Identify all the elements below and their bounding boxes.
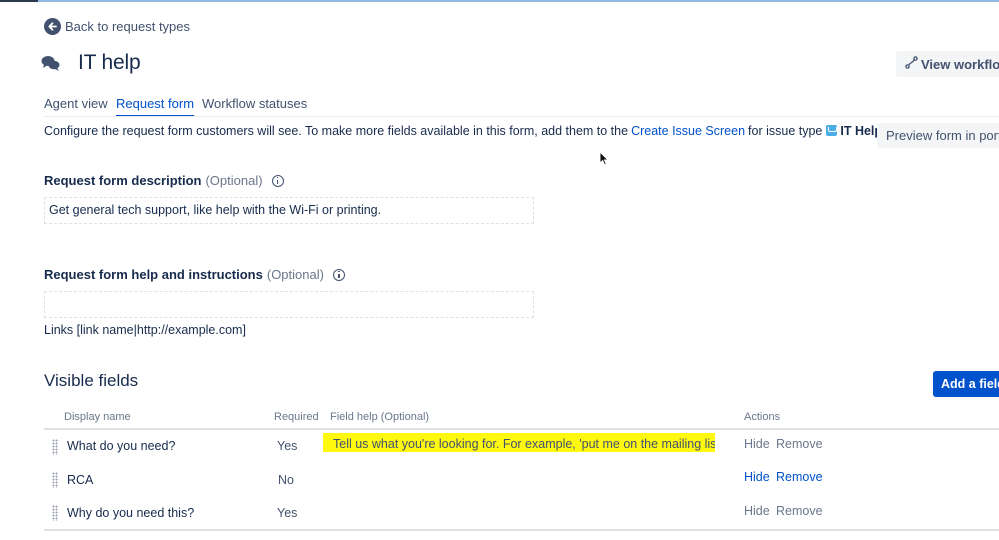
column-required: Required (274, 411, 319, 423)
tab-workflow-statuses[interactable]: Workflow statuses (202, 96, 307, 111)
issue-type-icon (826, 124, 838, 136)
drag-handle-icon[interactable] (52, 505, 58, 521)
issue-type-name: IT Help (840, 124, 883, 138)
view-workflow-button[interactable]: View workflow (896, 51, 999, 77)
page-title: IT help (78, 51, 141, 74)
field-required[interactable]: Yes (277, 439, 297, 453)
remove-action[interactable]: Remove (776, 470, 823, 484)
table-row: Why do you need this? Yes Hide Remove (44, 496, 999, 529)
field-required[interactable]: Yes (277, 506, 297, 520)
view-workflow-label: View workflow (921, 56, 999, 72)
create-issue-screen-link[interactable]: Create Issue Screen (631, 124, 745, 138)
table-bottom-divider (44, 529, 999, 531)
drag-handle-icon[interactable] (52, 439, 58, 455)
chat-bubbles-icon (41, 55, 61, 78)
column-display-name: Display name (64, 411, 131, 423)
top-progress-bar-fill (0, 0, 38, 2)
back-arrow-icon (44, 18, 61, 35)
info-icon[interactable] (271, 174, 284, 187)
instructions-optional: (Optional) (266, 267, 324, 282)
table-row: RCA No Hide Remove (44, 463, 999, 496)
remove-action[interactable]: Remove (776, 437, 823, 451)
column-actions: Actions (744, 411, 781, 423)
back-to-request-types-link[interactable]: Back to request types (44, 18, 190, 35)
tabs-divider (44, 116, 999, 117)
hide-action[interactable]: Hide (744, 504, 770, 518)
top-progress-bar (0, 0, 999, 2)
visible-fields-title: Visible fields (44, 371, 139, 390)
tab-agent-view[interactable]: Agent view (44, 96, 108, 111)
field-display-name: RCA (67, 473, 94, 487)
config-description: Configure the request form customers wil… (44, 124, 886, 138)
links-hint: Links [link name|http://example.com] (44, 323, 246, 337)
table-row: What do you need? Yes Tell us what you'r… (44, 430, 999, 463)
tab-request-form[interactable]: Request form (116, 96, 195, 117)
workflow-icon (905, 56, 918, 72)
description-field[interactable]: Get general tech support, like help with… (44, 197, 534, 224)
instructions-label: Request form help and instructions (Opti… (44, 267, 345, 282)
mouse-cursor-icon (599, 150, 610, 171)
description-label-text: Request form description (44, 173, 202, 188)
description-label: Request form description (Optional) (44, 173, 284, 188)
config-text-mid: for issue type (748, 124, 823, 138)
preview-form-button[interactable]: Preview form in portal (877, 123, 999, 148)
column-field-help: Field help (Optional) (330, 411, 430, 423)
field-required[interactable]: No (278, 473, 294, 487)
field-display-name: Why do you need this? (67, 506, 195, 520)
drag-handle-icon[interactable] (52, 472, 58, 488)
field-help-text[interactable]: Tell us what you're looking for. For exa… (323, 433, 715, 452)
instructions-label-text: Request form help and instructions (44, 267, 263, 282)
hide-action[interactable]: Hide (744, 470, 770, 484)
info-icon[interactable] (332, 268, 345, 281)
field-display-name: What do you need? (67, 439, 176, 453)
hide-action[interactable]: Hide (744, 437, 770, 451)
add-field-button[interactable]: Add a field (933, 371, 999, 397)
tab-bar: Agent view Request form Workflow statuse… (44, 96, 999, 117)
description-optional: (Optional) (205, 173, 263, 188)
back-link-label: Back to request types (65, 19, 191, 34)
instructions-field[interactable] (44, 291, 534, 318)
remove-action[interactable]: Remove (776, 504, 823, 518)
config-text: Configure the request form customers wil… (44, 124, 629, 138)
